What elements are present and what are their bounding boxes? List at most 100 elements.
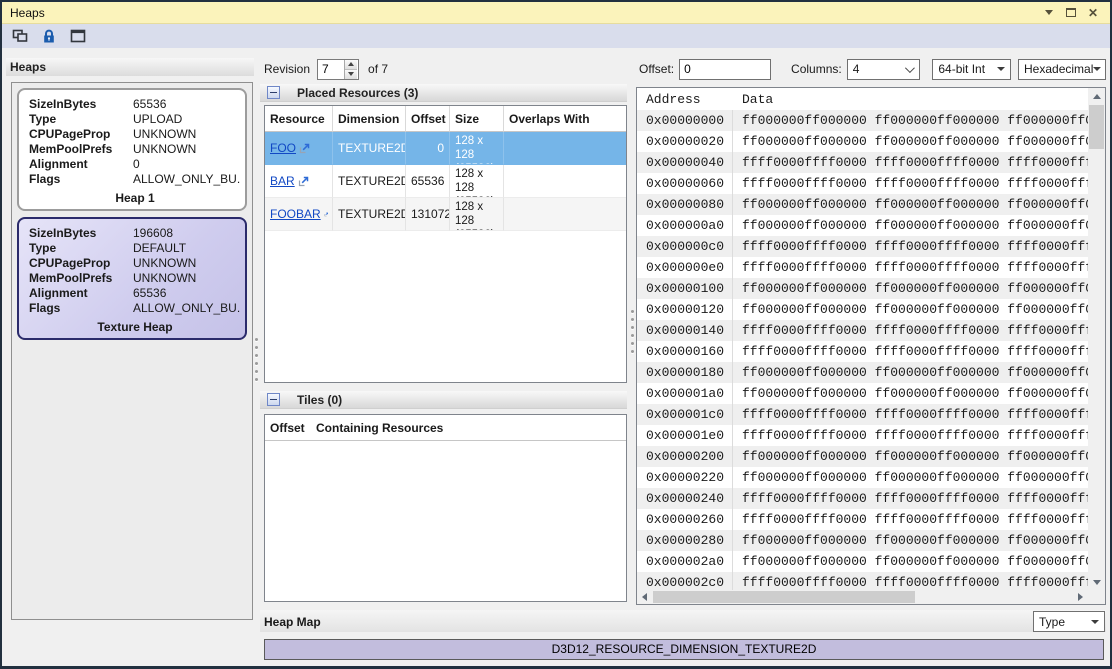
horizontal-scroll-thumb[interactable] — [653, 591, 915, 603]
vertical-scrollbar[interactable] — [1088, 88, 1105, 590]
memory-row[interactable]: 0x00000180 ff000000ff000000 ff000000ff00… — [637, 362, 1088, 383]
memory-row[interactable]: 0x00000060 ffff0000ffff0000 ffff0000ffff… — [637, 173, 1088, 194]
memory-grid: Address Data 0x00000000 ff000000ff000000… — [637, 88, 1088, 590]
close-button[interactable]: ✕ — [1082, 5, 1104, 21]
close-icon: ✕ — [1088, 8, 1098, 18]
data-cell: ffff0000ffff0000 ffff0000ffff0000 ffff00… — [733, 236, 1088, 257]
column-header[interactable]: Overlaps With — [504, 106, 626, 132]
heap-map-bar[interactable]: D3D12_RESOURCE_DIMENSION_TEXTURE2D — [264, 639, 1104, 660]
window-icon — [70, 29, 86, 43]
dimension-cell: TEXTURE2D — [333, 198, 406, 231]
data-cell: ff000000ff000000 ff000000ff000000 ff0000… — [733, 278, 1088, 299]
revision-up-button[interactable] — [345, 60, 357, 69]
heap-card[interactable]: SizeInBytes65536 TypeUPLOAD CPUPagePropU… — [17, 88, 247, 211]
new-window-button[interactable] — [69, 28, 86, 44]
memory-controls: Offset: Columns: 4 64-bit Int Hexadecima… — [639, 58, 1106, 80]
scroll-right-button[interactable] — [1073, 590, 1088, 604]
address-cell: 0x00000000 — [637, 110, 733, 131]
memory-row[interactable]: 0x00000160 ffff0000ffff0000 ffff0000ffff… — [637, 341, 1088, 362]
memory-row[interactable]: 0x00000120 ff000000ff000000 ff000000ff00… — [637, 299, 1088, 320]
field-label: Alignment — [29, 157, 133, 172]
memory-row[interactable]: 0x00000140 ffff0000ffff0000 ffff0000ffff… — [637, 320, 1088, 341]
heaps-panel: Heaps SizeInBytes65536 TypeUPLOAD CPUPag… — [6, 58, 254, 660]
heap-map-type-select[interactable]: Type — [1033, 611, 1105, 632]
memory-row[interactable]: 0x00000020 ff000000ff000000 ff000000ff00… — [637, 131, 1088, 152]
collapse-button[interactable] — [267, 393, 280, 406]
lock-icon — [42, 29, 56, 44]
memory-row[interactable]: 0x000001c0 ffff0000ffff0000 ffff0000ffff… — [637, 404, 1088, 425]
field-label: MemPoolPrefs — [29, 142, 133, 157]
memory-row[interactable]: 0x00000080 ff000000ff000000 ff000000ff00… — [637, 194, 1088, 215]
resource-link[interactable]: FOO — [270, 141, 296, 155]
collapse-button[interactable] — [267, 86, 280, 99]
memory-row[interactable]: 0x00000260 ffff0000ffff0000 ffff0000ffff… — [637, 509, 1088, 530]
field-label: Type — [29, 241, 133, 256]
field-label: Type — [29, 112, 133, 127]
navigate-icon — [324, 209, 328, 220]
offset-cell: 65536 — [406, 165, 450, 198]
scroll-down-button[interactable] — [1088, 574, 1105, 590]
overlaps-cell — [504, 198, 626, 231]
memory-row[interactable]: 0x00000000 ff000000ff000000 ff000000ff00… — [637, 110, 1088, 131]
address-cell: 0x00000280 — [637, 530, 733, 551]
offset-input[interactable] — [679, 59, 771, 80]
memory-row[interactable]: 0x000001e0 ffff0000ffff0000 ffff0000ffff… — [637, 425, 1088, 446]
data-cell: ff000000ff000000 ff000000ff000000 ff0000… — [733, 131, 1088, 152]
address-cell: 0x000001e0 — [637, 425, 733, 446]
address-cell: 0x000002c0 — [637, 572, 733, 590]
field-value: UPLOAD — [133, 112, 182, 127]
data-cell: ff000000ff000000 ff000000ff000000 ff0000… — [733, 110, 1088, 131]
memory-row[interactable]: 0x000000e0 ffff0000ffff0000 ffff0000ffff… — [637, 257, 1088, 278]
data-cell: ff000000ff000000 ff000000ff000000 ff0000… — [733, 194, 1088, 215]
column-header[interactable]: Containing Resources — [311, 415, 626, 441]
maximize-button[interactable] — [1060, 5, 1082, 21]
resources-panel: Revision of 7 Placed Resources (3) Resou… — [260, 48, 630, 666]
tiles-header: Tiles (0) — [260, 391, 627, 409]
revision-down-button[interactable] — [345, 69, 357, 79]
data-cell: ffff0000ffff0000 ffff0000ffff0000 ffff00… — [733, 320, 1088, 341]
scroll-left-button[interactable] — [637, 590, 652, 604]
horizontal-scrollbar[interactable] — [637, 590, 1088, 604]
memory-row[interactable]: 0x00000240 ffff0000ffff0000 ffff0000ffff… — [637, 488, 1088, 509]
address-cell: 0x000001c0 — [637, 404, 733, 425]
lock-button[interactable] — [40, 28, 57, 44]
resource-link[interactable]: BAR — [270, 174, 295, 188]
vertical-scroll-thumb[interactable] — [1089, 105, 1104, 149]
memory-row[interactable]: 0x000000a0 ff000000ff000000 ff000000ff00… — [637, 215, 1088, 236]
title-bar: Heaps ✕ — [2, 2, 1110, 24]
revision-input[interactable] — [318, 60, 344, 79]
memory-row[interactable]: 0x00000280 ff000000ff000000 ff000000ff00… — [637, 530, 1088, 551]
table-row[interactable]: FOO TEXTURE2D 0 128 x 128 (65536) — [265, 132, 626, 165]
data-cell: ffff0000ffff0000 ffff0000ffff0000 ffff00… — [733, 257, 1088, 278]
column-header[interactable]: Resource — [265, 106, 333, 132]
column-header[interactable]: Offset — [265, 415, 311, 441]
column-header[interactable]: Dimension — [333, 106, 406, 132]
field-value: UNKNOWN — [133, 271, 196, 286]
int-format-select[interactable]: 64-bit Int — [932, 59, 1010, 80]
heap-card[interactable]: SizeInBytes196608 TypeDEFAULT CPUPagePro… — [17, 217, 247, 340]
heap-caption: Texture Heap — [29, 320, 241, 334]
memory-row[interactable]: 0x000000c0 ffff0000ffff0000 ffff0000ffff… — [637, 236, 1088, 257]
data-cell: ffff0000ffff0000 ffff0000ffff0000 ffff00… — [733, 152, 1088, 173]
columns-select[interactable]: 4 — [847, 59, 920, 80]
overlaps-cell — [504, 132, 626, 165]
column-header[interactable]: Offset — [406, 106, 450, 132]
navigate-icon — [298, 176, 309, 187]
memory-row[interactable]: 0x00000220 ff000000ff000000 ff000000ff00… — [637, 467, 1088, 488]
table-row[interactable]: BAR TEXTURE2D 65536 128 x 128 (65536) — [265, 165, 626, 198]
memory-row[interactable]: 0x00000040 ffff0000ffff0000 ffff0000ffff… — [637, 152, 1088, 173]
number-format-select[interactable]: Hexadecimal — [1018, 59, 1106, 80]
tiles-header-row: Offset Containing Resources — [265, 415, 626, 441]
resource-link[interactable]: FOOBAR — [270, 207, 321, 221]
window-menu-button[interactable] — [1038, 5, 1060, 21]
table-row[interactable]: FOOBAR TEXTURE2D 131072 128 x 128 (65536… — [265, 198, 626, 231]
memory-row[interactable]: 0x000001a0 ff000000ff000000 ff000000ff00… — [637, 383, 1088, 404]
memory-row[interactable]: 0x00000200 ff000000ff000000 ff000000ff00… — [637, 446, 1088, 467]
memory-row[interactable]: 0x000002a0 ff000000ff000000 ff000000ff00… — [637, 551, 1088, 572]
memory-row[interactable]: 0x000002c0 ffff0000ffff0000 ffff0000ffff… — [637, 572, 1088, 590]
window-controls: ✕ — [1038, 5, 1110, 21]
cascade-windows-button[interactable] — [11, 28, 28, 44]
memory-row[interactable]: 0x00000100 ff000000ff000000 ff000000ff00… — [637, 278, 1088, 299]
column-header[interactable]: Size — [450, 106, 504, 132]
scroll-up-button[interactable] — [1088, 88, 1105, 104]
